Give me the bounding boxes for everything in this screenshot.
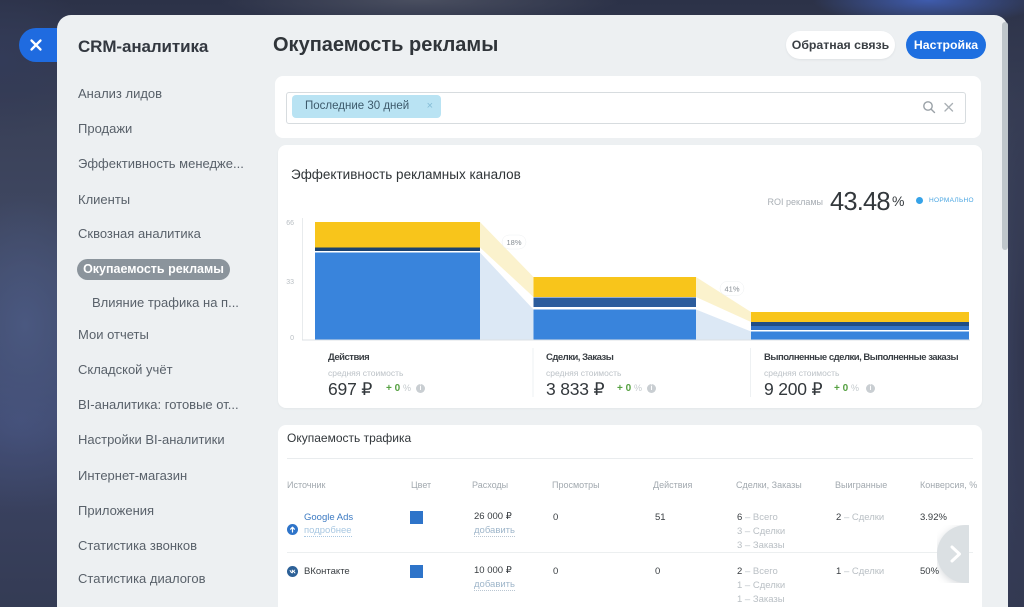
svg-text:33: 33 (286, 279, 294, 286)
svg-text:0: 0 (290, 335, 294, 342)
svg-text:18%: 18% (506, 238, 521, 247)
svg-text:41%: 41% (724, 285, 739, 294)
svg-text:66: 66 (286, 220, 294, 227)
